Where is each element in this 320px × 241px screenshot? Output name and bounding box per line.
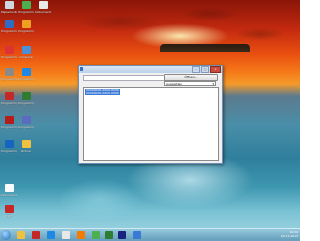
desktop-icon[interactable]: Dokument [1,184,17,198]
desktop-icon-label: Programm [1,29,17,33]
desktop-icon[interactable]: Programm [1,46,17,60]
desktop-icon[interactable]: Papierkorb [1,1,17,15]
desktop-icon[interactable]: Programm [1,116,17,130]
app-icon[interactable] [47,231,55,239]
path-input[interactable] [83,75,165,81]
desktop-icon-label: Dokument [1,193,17,197]
desktop-icon-label: Ordner [20,149,32,153]
minimize-button[interactable]: – [192,66,200,73]
app-icon [21,116,31,124]
wallpaper-island [160,44,250,52]
desktop-icon[interactable]: Programm [1,20,17,34]
desktop-icon-label: Programm [1,101,17,105]
app-icon [4,46,14,54]
desktop-icon[interactable]: PDF [1,205,17,219]
item-listbox[interactable]: 00000000-0000-0000 00000000-0000-0000 [83,87,219,161]
document-icon [4,184,14,192]
system-clock[interactable]: 16:22 29.11.2013 [281,230,298,238]
maximize-button[interactable]: □ [201,66,209,73]
folder-icon[interactable] [17,231,25,239]
start-button[interactable] [1,230,11,240]
clock-date: 29.11.2013 [280,234,298,238]
desktop-icon[interactable]: Dokument [35,1,51,15]
desktop-icon-label: Programm [1,125,17,129]
app-icon[interactable] [105,231,113,239]
recycle-bin-icon [4,1,14,9]
desktop-icon-label: Programm [1,55,17,59]
document-icon [38,1,48,9]
close-button[interactable]: × [210,66,221,73]
desktop-icon[interactable]: Programm [1,92,17,106]
desktop-icon[interactable]: Programm [1,140,17,154]
desktop-icon-label: Papierkorb [1,10,17,14]
folder-icon [21,140,31,148]
app-icon [4,140,14,148]
desktop-icon-label: Programm [1,149,17,153]
desktop-icon[interactable]: Programm [18,20,34,34]
app-icon [4,116,14,124]
window-controls: – □ × [191,66,221,73]
desktop-icon-label: Programm [18,29,34,33]
app-icon[interactable] [133,231,141,239]
browser-icon[interactable] [77,231,85,239]
desktop-icon-label: Programm [18,125,34,129]
desktop-icon-label: Programm [18,10,34,14]
desktop-icon-label: Computer [18,55,34,59]
app-icon [4,20,14,28]
pdf-icon [4,205,14,213]
list-item[interactable]: 00000000-0000-0000 [85,92,120,95]
app-icon[interactable] [32,231,40,239]
desktop-icon[interactable]: Programm [18,116,34,130]
app-icon[interactable] [62,231,70,239]
open-button[interactable]: Öffnen... [164,74,218,81]
desktop-icon[interactable]: Ordner [18,140,34,154]
desktop-icon[interactable]: Programm [1,68,17,82]
window-titlebar[interactable]: – □ × [79,66,222,73]
taskbar: 16:22 29.11.2013 [0,228,300,241]
app-icon [4,92,14,100]
app-icon [21,92,31,100]
app-icon[interactable] [118,231,126,239]
app-icon [4,68,14,76]
desktop-icon-label: PDF [6,214,12,218]
desktop-icon-label: Programm [18,77,34,81]
desktop-icon-label: Programm [18,101,34,105]
desktop-icon[interactable]: Computer [18,46,34,60]
computer-icon [21,46,31,54]
selection-dropdown[interactable]: Auswählen ▾ [164,81,216,86]
app-icon [80,67,83,71]
desktop-icon-label: Programm [1,77,17,81]
desktop-icon[interactable]: Programm [18,68,34,82]
app-window: – □ × Öffnen... Auswählen ▾ 00000000-000… [78,65,223,164]
app-icon[interactable] [92,231,100,239]
dropdown-value: Auswählen [166,82,183,86]
app-icon [21,68,31,76]
desktop-icon[interactable]: Programm [18,1,34,15]
app-icon [21,1,31,9]
app-icon [21,20,31,28]
desktop-icon[interactable]: Programm [18,92,34,106]
desktop-icon-label: Dokument [35,10,51,14]
